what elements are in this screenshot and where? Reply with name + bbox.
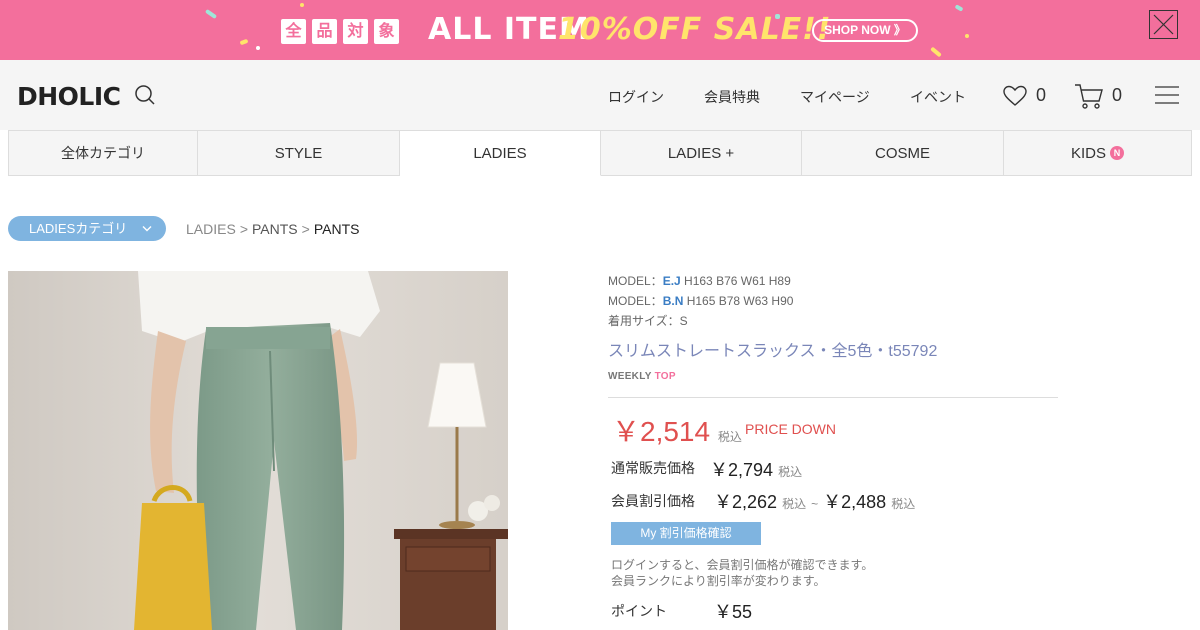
member-price-min: ￥2,262	[714, 492, 778, 512]
worn-size: 着用サイズ：S	[608, 314, 688, 328]
cart-count: 0	[1112, 85, 1123, 105]
price-down-label: PRICE DOWN	[745, 421, 836, 437]
login-note: ログインすると、会員割引価格が確認できます。	[611, 558, 874, 572]
wishlist-count: 0	[1036, 85, 1047, 105]
new-badge: N	[1110, 146, 1124, 160]
model-name: E.J	[662, 274, 681, 288]
shop-now-button[interactable]: SHOP NOW 》	[812, 19, 918, 42]
nav-event[interactable]: イベント	[910, 87, 966, 107]
tab-label: LADIES	[473, 144, 527, 162]
sale-price: ￥2,514 税込	[612, 410, 742, 450]
nav-member-benefits[interactable]: 会員特典	[704, 87, 760, 107]
member-price-label: 会員割引価格	[611, 493, 695, 509]
heart-icon[interactable]	[1002, 84, 1028, 113]
model-info: MODEL：B.N H165 B78 W63 H90	[608, 292, 793, 309]
menu-icon[interactable]	[1155, 85, 1179, 110]
confetti	[300, 3, 304, 7]
model-info: MODEL：E.J H163 B76 W61 H89	[608, 272, 791, 289]
product-name: スリムストレートスラックス・全5色・t55792	[608, 343, 938, 360]
sale-price-value: ￥2,514	[612, 416, 711, 447]
tab-label: KIDS	[1070, 144, 1106, 162]
kanji-badge: 象	[374, 19, 399, 44]
rank-note: 会員ランクにより割引率が変わります。	[611, 574, 826, 588]
range-tilde: ~	[811, 497, 819, 511]
point-label: ポイント	[611, 603, 667, 619]
model-prefix: MODEL：	[608, 274, 663, 288]
confetti	[239, 38, 249, 46]
site-logo[interactable]: DHOLIC	[17, 82, 121, 111]
cart-icon[interactable]	[1074, 82, 1104, 115]
breadcrumb-separator: >	[239, 221, 248, 237]
close-icon	[1153, 14, 1174, 35]
site-header: DHOLIC ログイン 会員特典 マイページ イベント 0 0	[0, 60, 1200, 130]
tab-style[interactable]: STYLE	[198, 130, 400, 176]
breadcrumb-item[interactable]: PANTS	[314, 221, 360, 237]
nav-mypage[interactable]: マイページ	[800, 87, 870, 107]
kanji-badge: 対	[343, 19, 368, 44]
tab-label: STYLE	[274, 144, 323, 162]
tax-label: 税込	[717, 430, 742, 444]
breadcrumb-item[interactable]: LADIES	[186, 221, 236, 237]
confetti	[204, 8, 218, 20]
tab-label: 全体カテゴリ	[61, 145, 145, 161]
tab-ladies[interactable]: LADIES	[400, 130, 601, 176]
nav-login[interactable]: ログイン	[608, 87, 664, 107]
promo-banner[interactable]: 全 品 対 象 ALL ITEM 10%OFF SALE!! SHOP NOW …	[0, 0, 1200, 60]
category-dropdown-label: LADIESカテゴリ	[29, 221, 128, 236]
tab-label: LADIES +	[667, 144, 735, 162]
tab-all-categories[interactable]: 全体カテゴリ	[9, 130, 198, 176]
product-image[interactable]	[8, 271, 508, 630]
model-name: B.N	[662, 294, 684, 308]
banner-close-button[interactable]	[1149, 10, 1178, 39]
regular-price: ￥2,794 税込	[710, 456, 802, 482]
divider	[608, 397, 1058, 398]
model-prefix: MODEL：	[608, 294, 663, 308]
tax-label: 税込	[778, 465, 803, 479]
weekly-top-badge: WEEKLY TOP	[608, 371, 676, 382]
breadcrumb-item[interactable]: PANTS	[252, 221, 298, 237]
tab-cosme[interactable]: COSME	[802, 130, 1004, 176]
confetti	[954, 4, 964, 12]
model-size: H165 B78 W63 H90	[686, 294, 794, 308]
breadcrumb: LADIES > PANTS > PANTS	[186, 221, 359, 237]
search-icon[interactable]	[134, 84, 156, 111]
confetti	[965, 34, 969, 38]
tab-kids[interactable]: KIDS N	[1004, 130, 1192, 176]
kanji-badges: 全 品 対 象	[281, 19, 399, 44]
category-tabs: 全体カテゴリ STYLE LADIES LADIES + COSME KIDS …	[8, 130, 1192, 176]
weekly-label: WEEKLY	[608, 371, 652, 382]
tax-label: 税込	[891, 497, 916, 511]
my-discount-price-button[interactable]: My 割引価格確認	[611, 522, 761, 545]
tab-label: COSME	[874, 144, 930, 162]
chevron-down-icon	[142, 226, 152, 232]
banner-sale-text: 10%OFF SALE!!	[558, 12, 832, 47]
confetti	[930, 46, 942, 58]
model-size: H163 B76 W61 H89	[684, 274, 791, 288]
regular-price-value: ￥2,794	[710, 460, 774, 480]
weekly-top-label: TOP	[654, 371, 676, 382]
member-price-max: ￥2,488	[823, 492, 887, 512]
point-value: ￥55	[714, 602, 753, 622]
ladies-category-dropdown[interactable]: LADIESカテゴリ	[8, 216, 166, 241]
kanji-badge: 品	[312, 19, 337, 44]
tax-label: 税込	[782, 497, 807, 511]
breadcrumb-separator: >	[301, 221, 310, 237]
regular-price-label: 通常販売価格	[611, 460, 695, 476]
confetti	[256, 46, 260, 50]
tab-ladies-plus[interactable]: LADIES +	[601, 130, 802, 176]
member-price-range: ￥2,262 税込 ~ ￥2,488 税込	[714, 488, 915, 514]
kanji-badge: 全	[281, 19, 306, 44]
